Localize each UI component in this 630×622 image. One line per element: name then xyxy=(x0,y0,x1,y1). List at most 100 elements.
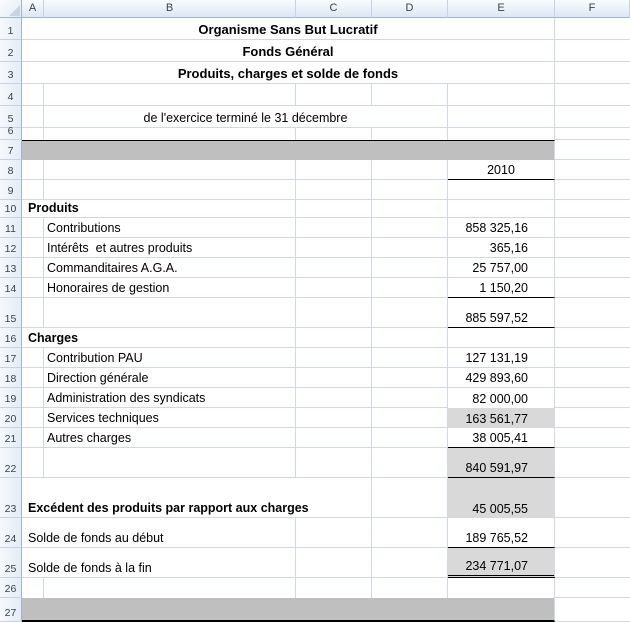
row-header-2[interactable]: 2 xyxy=(0,40,22,62)
empty-cell[interactable] xyxy=(372,258,448,278)
empty-cell[interactable] xyxy=(22,408,44,428)
empty-cell[interactable] xyxy=(555,298,630,328)
empty-cell[interactable] xyxy=(296,368,372,388)
title-organization[interactable]: Organisme Sans But Lucratif xyxy=(22,18,555,40)
cell-autres-charges-label[interactable]: Autres charges xyxy=(44,428,296,448)
empty-cell[interactable] xyxy=(555,548,630,578)
empty-cell[interactable] xyxy=(22,106,44,128)
empty-cell[interactable] xyxy=(372,478,448,518)
empty-cell[interactable] xyxy=(448,128,555,140)
row-header-12[interactable]: 12 xyxy=(0,238,22,258)
empty-cell[interactable] xyxy=(555,518,630,548)
cell-commanditaires-label[interactable]: Commanditaires A.G.A. xyxy=(44,258,296,278)
row-header-3[interactable]: 3 xyxy=(0,62,22,84)
empty-cell[interactable] xyxy=(555,278,630,298)
empty-cell[interactable] xyxy=(372,218,448,238)
cell-contribution-pau-value[interactable]: 127 131,19 xyxy=(448,348,555,368)
empty-cell[interactable] xyxy=(555,40,630,62)
cell-charges-total[interactable]: 840 591,97 xyxy=(448,448,555,478)
empty-cell[interactable] xyxy=(372,388,448,408)
row-header-7[interactable]: 7 xyxy=(0,140,22,160)
empty-cell[interactable] xyxy=(555,578,630,598)
cell-administration-syndicats-label[interactable]: Administration des syndicats xyxy=(44,388,296,408)
empty-cell[interactable] xyxy=(555,258,630,278)
empty-cell[interactable] xyxy=(22,160,44,180)
empty-cell[interactable] xyxy=(22,84,44,106)
empty-cell[interactable] xyxy=(448,578,555,598)
row-header-8[interactable]: 8 xyxy=(0,160,22,180)
empty-cell[interactable] xyxy=(296,328,372,348)
cell-direction-generale-label[interactable]: Direction générale xyxy=(44,368,296,388)
empty-cell[interactable] xyxy=(44,128,296,140)
empty-cell[interactable] xyxy=(296,298,372,328)
empty-cell[interactable] xyxy=(296,160,372,180)
empty-cell[interactable] xyxy=(555,348,630,368)
row-header-24[interactable]: 24 xyxy=(0,518,22,548)
row-header-21[interactable]: 21 xyxy=(0,428,22,448)
empty-cell[interactable] xyxy=(22,298,44,328)
empty-cell[interactable] xyxy=(296,548,372,578)
title-statement[interactable]: Produits, charges et solde de fonds xyxy=(22,62,555,84)
empty-cell[interactable] xyxy=(555,84,630,106)
row-header-11[interactable]: 11 xyxy=(0,218,22,238)
column-header-e[interactable]: E xyxy=(448,0,555,18)
cell-administration-syndicats-value[interactable]: 82 000,00 xyxy=(448,388,555,408)
row-header-27[interactable]: 27 xyxy=(0,598,22,622)
empty-cell[interactable] xyxy=(555,160,630,180)
empty-cell[interactable] xyxy=(296,518,372,548)
empty-cell[interactable] xyxy=(555,328,630,348)
empty-cell[interactable] xyxy=(555,200,630,218)
cell-services-techniques-value[interactable]: 163 561,77 xyxy=(448,408,555,428)
cell-year[interactable]: 2010 xyxy=(448,160,555,180)
empty-cell[interactable] xyxy=(44,160,296,180)
empty-cell[interactable] xyxy=(22,218,44,238)
empty-cell[interactable] xyxy=(296,278,372,298)
cell-contributions-value[interactable]: 858 325,16 xyxy=(448,218,555,238)
cell-contributions-label[interactable]: Contributions xyxy=(44,218,296,238)
cell-honoraires-value[interactable]: 1 150,20 xyxy=(448,278,555,298)
empty-cell[interactable] xyxy=(372,348,448,368)
empty-cell[interactable] xyxy=(296,218,372,238)
empty-cell[interactable] xyxy=(372,408,448,428)
row-header-19[interactable]: 19 xyxy=(0,388,22,408)
empty-cell[interactable] xyxy=(555,218,630,238)
empty-cell[interactable] xyxy=(372,328,448,348)
row-header-17[interactable]: 17 xyxy=(0,348,22,368)
empty-cell[interactable] xyxy=(372,578,448,598)
empty-cell[interactable] xyxy=(296,578,372,598)
cell-solde-fin-label[interactable]: Solde de fonds à la fin xyxy=(22,548,296,578)
cell-direction-generale-value[interactable]: 429 893,60 xyxy=(448,368,555,388)
empty-cell[interactable] xyxy=(372,200,448,218)
empty-cell[interactable] xyxy=(372,180,448,200)
empty-cell[interactable] xyxy=(555,180,630,200)
empty-cell[interactable] xyxy=(296,388,372,408)
empty-cell[interactable] xyxy=(296,448,372,478)
cell-excedent-label[interactable]: Excédent des produits par rapport aux ch… xyxy=(22,478,372,518)
cell-interets-value[interactable]: 365,16 xyxy=(448,238,555,258)
empty-cell[interactable] xyxy=(296,200,372,218)
select-all-button[interactable] xyxy=(0,0,22,18)
empty-cell[interactable] xyxy=(22,258,44,278)
cell-solde-debut-value[interactable]: 189 765,52 xyxy=(448,518,555,548)
empty-cell[interactable] xyxy=(372,128,448,140)
cell-interets-label[interactable]: Intérêts et autres produits xyxy=(44,238,296,258)
row-header-23[interactable]: 23 xyxy=(0,478,22,518)
empty-cell[interactable] xyxy=(22,578,44,598)
cell-solde-fin-value[interactable]: 234 771,07 xyxy=(448,548,555,578)
column-header-c[interactable]: C xyxy=(296,0,372,18)
empty-cell[interactable] xyxy=(372,298,448,328)
empty-cell[interactable] xyxy=(22,180,44,200)
row-header-18[interactable]: 18 xyxy=(0,368,22,388)
empty-cell[interactable] xyxy=(448,200,555,218)
row-header-15[interactable]: 15 xyxy=(0,298,22,328)
empty-cell[interactable] xyxy=(555,408,630,428)
empty-cell[interactable] xyxy=(22,368,44,388)
empty-cell[interactable] xyxy=(296,428,372,448)
empty-cell[interactable] xyxy=(44,180,296,200)
empty-cell[interactable] xyxy=(448,180,555,200)
cell-honoraires-label[interactable]: Honoraires de gestion xyxy=(44,278,296,298)
empty-cell[interactable] xyxy=(372,278,448,298)
empty-cell[interactable] xyxy=(22,278,44,298)
column-header-a[interactable]: A xyxy=(22,0,44,18)
row-header-10[interactable]: 10 xyxy=(0,200,22,218)
